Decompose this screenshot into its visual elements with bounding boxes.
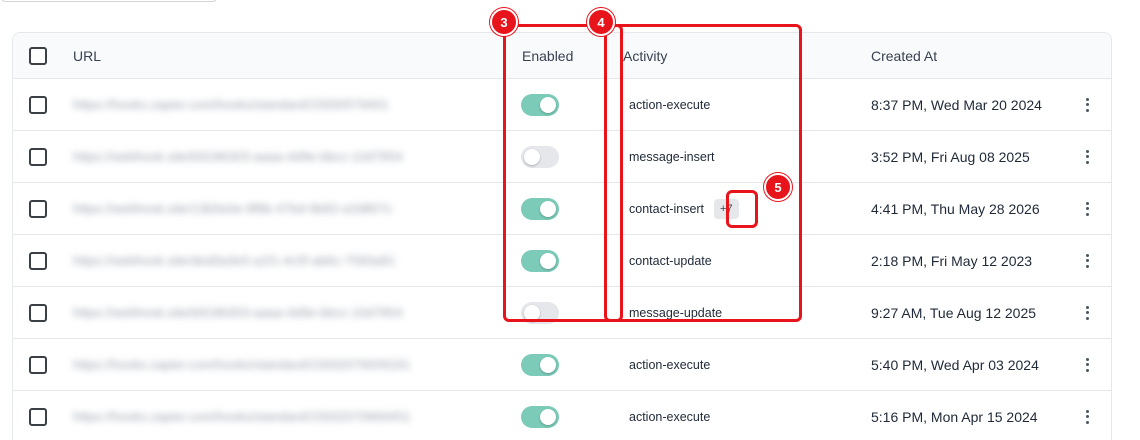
enabled-toggle[interactable] bbox=[521, 249, 559, 272]
webhooks-table: URL Enabled Activity Created At https://… bbox=[12, 32, 1112, 440]
row-menu-icon[interactable] bbox=[1085, 305, 1089, 320]
created-at-value: 2:18 PM, Fri May 12 2023 bbox=[871, 252, 1033, 269]
table-header: URL Enabled Activity Created At bbox=[13, 33, 1111, 79]
toggle-knob bbox=[540, 96, 556, 113]
row-checkbox[interactable] bbox=[29, 251, 47, 270]
toggle-knob bbox=[524, 148, 540, 165]
webhook-url[interactable]: https://hooks.zapier.com/hooks/standard/… bbox=[73, 409, 498, 424]
webhook-url[interactable]: https://webhook.site/13b5e0e-8f8b-47bd-9… bbox=[73, 201, 498, 216]
created-at-value: 4:41 PM, Thu May 28 2026 bbox=[871, 200, 1040, 217]
table-row[interactable]: https://webhook.site/13b5e0e-8f8b-47bd-9… bbox=[13, 183, 1111, 235]
enabled-toggle[interactable] bbox=[521, 301, 559, 324]
row-checkbox[interactable] bbox=[29, 407, 47, 426]
created-at-value: 9:27 AM, Tue Aug 12 2025 bbox=[871, 304, 1037, 321]
row-menu-icon[interactable] bbox=[1085, 201, 1089, 216]
enabled-toggle[interactable] bbox=[521, 353, 559, 376]
enabled-toggle[interactable] bbox=[521, 405, 559, 428]
row-menu-icon[interactable] bbox=[1085, 149, 1089, 164]
url-column-header[interactable]: URL bbox=[73, 48, 101, 64]
activity-label: message-insert bbox=[629, 149, 715, 164]
webhook-url[interactable]: https://webhook.site/b9186303-aaaa-4d9e-… bbox=[73, 149, 498, 164]
created-at-value: 5:40 PM, Wed Apr 03 2024 bbox=[871, 356, 1039, 373]
activity-label: contact-insert bbox=[629, 201, 705, 216]
webhook-url[interactable]: https://hooks.zapier.com/hooks/standard/… bbox=[73, 97, 498, 112]
webhook-url[interactable]: https://webhook.site/ded0a3e5-a1f1-4c5f-… bbox=[73, 253, 498, 268]
row-checkbox[interactable] bbox=[29, 303, 47, 322]
toggle-knob bbox=[540, 252, 556, 269]
activity-label: contact-update bbox=[629, 253, 712, 268]
annotation-badge-5: 5 bbox=[764, 173, 792, 201]
toggle-knob bbox=[540, 356, 556, 373]
row-menu-icon[interactable] bbox=[1085, 253, 1089, 268]
toggle-knob bbox=[540, 200, 556, 217]
enabled-toggle[interactable] bbox=[521, 197, 559, 220]
enabled-column-header[interactable]: Enabled bbox=[522, 48, 573, 64]
activity-column-header[interactable]: Activity bbox=[623, 48, 667, 64]
activity-label: action-execute bbox=[629, 97, 711, 112]
top-search-input[interactable] bbox=[0, 0, 218, 2]
activity-label: action-execute bbox=[629, 357, 711, 372]
table-row[interactable]: https://hooks.zapier.com/hooks/standard/… bbox=[13, 339, 1111, 391]
enabled-toggle[interactable] bbox=[521, 145, 559, 168]
created-at-column-header[interactable]: Created At bbox=[871, 48, 937, 64]
annotation-badge-3: 3 bbox=[490, 8, 518, 36]
toggle-knob bbox=[540, 408, 556, 425]
created-at-value: 8:37 PM, Wed Mar 20 2024 bbox=[871, 96, 1042, 113]
enabled-toggle[interactable] bbox=[521, 93, 559, 116]
row-checkbox[interactable] bbox=[29, 199, 47, 218]
table-row[interactable]: https://hooks.zapier.com/hooks/standard/… bbox=[13, 391, 1111, 440]
table-row[interactable]: https://webhook.site/ded0a3e5-a1f1-4c5f-… bbox=[13, 235, 1111, 287]
created-at-value: 3:52 PM, Fri Aug 08 2025 bbox=[871, 148, 1030, 165]
activity-label: message-update bbox=[629, 305, 723, 320]
row-checkbox[interactable] bbox=[29, 95, 47, 114]
row-checkbox[interactable] bbox=[29, 147, 47, 166]
select-all-checkbox[interactable] bbox=[29, 46, 47, 65]
webhook-url[interactable]: https://webhook.site/b9186303-aaaa-4d9e-… bbox=[73, 305, 498, 320]
row-menu-icon[interactable] bbox=[1085, 409, 1089, 424]
activity-label: action-execute bbox=[629, 409, 711, 424]
table-row[interactable]: https://hooks.zapier.com/hooks/standard/… bbox=[13, 79, 1111, 131]
toggle-knob bbox=[524, 304, 540, 321]
row-checkbox[interactable] bbox=[29, 355, 47, 374]
table-row[interactable]: https://webhook.site/b9186303-aaaa-4d9e-… bbox=[13, 131, 1111, 183]
row-menu-icon[interactable] bbox=[1085, 97, 1089, 112]
annotation-badge-4: 4 bbox=[587, 8, 615, 36]
more-activities-badge[interactable]: +7 bbox=[714, 198, 739, 219]
webhook-url[interactable]: https://hooks.zapier.com/hooks/standard/… bbox=[73, 357, 498, 372]
created-at-value: 5:16 PM, Mon Apr 15 2024 bbox=[871, 408, 1038, 425]
row-menu-icon[interactable] bbox=[1085, 357, 1089, 372]
table-row[interactable]: https://webhook.site/b9186303-aaaa-4d9e-… bbox=[13, 287, 1111, 339]
